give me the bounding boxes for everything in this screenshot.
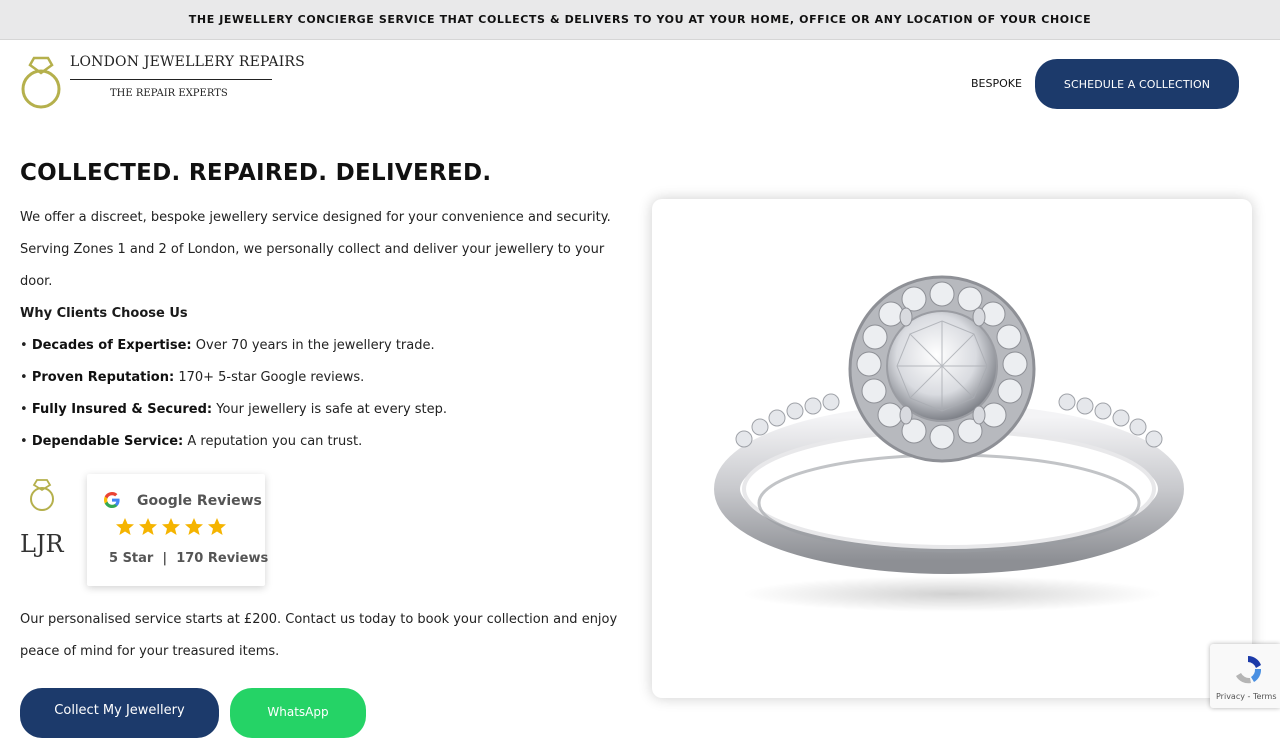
ljr-letters: LJR	[20, 530, 64, 558]
product-image-card	[652, 199, 1252, 698]
diamond-ring-image	[714, 275, 1184, 612]
star-icon	[139, 518, 157, 535]
benefit-text: Over 70 years in the jewellery trade.	[195, 338, 435, 353]
announcement-text: THE JEWELLERY CONCIERGE SERVICE THAT COL…	[188, 13, 1092, 26]
bullet-symbol: •	[20, 338, 28, 353]
logo-divider	[70, 79, 272, 80]
star-icon	[185, 518, 203, 535]
announcement-bar: THE JEWELLERY CONCIERGE SERVICE THAT COL…	[0, 0, 1280, 40]
star-rating	[115, 517, 227, 537]
why-choose-title: Why Clients Choose Us	[20, 306, 188, 321]
google-reviews-badge[interactable]: Google Reviews 5 Star | 170 Reviews	[87, 474, 268, 586]
rating-separator: |	[162, 551, 168, 566]
pricing-text: Our personalised service starts at £200.…	[20, 612, 618, 659]
recaptcha-badge[interactable]: Privacy - Terms	[1210, 644, 1280, 708]
reviews-title: Google Reviews	[137, 493, 262, 509]
benefit-item: • Fully Insured & Secured: Your jeweller…	[20, 394, 447, 426]
benefits-list: • Decades of Expertise: Over 70 years in…	[20, 330, 447, 458]
brand-name: LONDON JEWELLERY REPAIRS	[70, 54, 305, 70]
nav-bespoke-link[interactable]: BESPOKE	[971, 77, 1022, 90]
rating-summary: 5 Star | 170 Reviews	[109, 551, 268, 566]
benefit-text: Your jewellery is safe at every step.	[216, 402, 448, 417]
star-icon	[162, 518, 180, 535]
bullet-symbol: •	[20, 370, 28, 385]
star-icon	[208, 518, 226, 535]
hero-intro: We offer a discreet, bespoke jewellery s…	[20, 210, 611, 289]
collect-jewellery-button[interactable]: Collect My Jewellery	[20, 688, 219, 738]
rating-value: 5 Star	[109, 551, 154, 566]
benefit-item: • Proven Reputation: 170+ 5-star Google …	[20, 362, 447, 394]
bullet-symbol: •	[20, 402, 28, 417]
benefit-item: • Dependable Service: A reputation you c…	[20, 426, 447, 458]
ring-icon	[30, 479, 54, 511]
benefit-label: Decades of Expertise:	[31, 338, 192, 353]
whatsapp-button[interactable]: WhatsApp	[230, 688, 366, 738]
google-g-icon	[104, 492, 120, 508]
recaptcha-links[interactable]: Privacy - Terms	[1216, 692, 1277, 701]
bullet-symbol: •	[20, 434, 28, 449]
brand-tagline: THE REPAIR EXPERTS	[110, 88, 228, 99]
ljr-monogram-logo: LJR	[20, 478, 64, 574]
recaptcha-icon	[1236, 656, 1262, 684]
site-logo[interactable]: LONDON JEWELLERY REPAIRS THE REPAIR EXPE…	[20, 52, 305, 112]
benefit-item: • Decades of Expertise: Over 70 years in…	[20, 330, 447, 362]
benefit-label: Fully Insured & Secured:	[31, 402, 213, 417]
review-count: 170 Reviews	[176, 551, 269, 566]
benefit-text: A reputation you can trust.	[187, 434, 363, 449]
hero-title: COLLECTED. REPAIRED. DELIVERED.	[20, 160, 492, 186]
star-icon	[116, 518, 134, 535]
benefit-label: Proven Reputation:	[31, 370, 175, 385]
benefit-text: 170+ 5-star Google reviews.	[178, 370, 365, 385]
ring-logo-icon	[21, 56, 61, 109]
benefit-label: Dependable Service:	[31, 434, 184, 449]
schedule-collection-button[interactable]: SCHEDULE A COLLECTION	[1035, 59, 1239, 109]
